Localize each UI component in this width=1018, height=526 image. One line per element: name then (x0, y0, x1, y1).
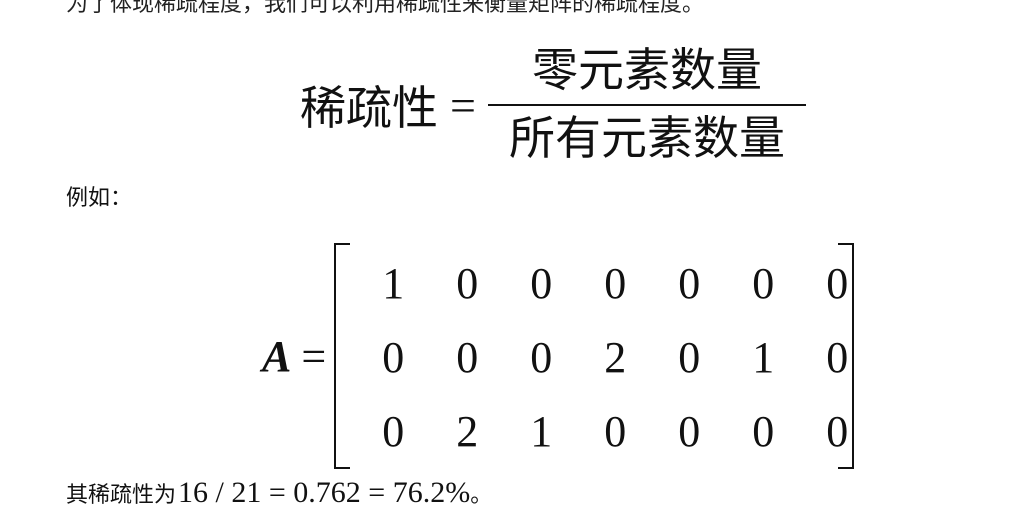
matrix-cell: 0 (678, 407, 701, 456)
matrix-equals: = (301, 331, 327, 381)
result-line: 其稀疏性为 16 / 21 = 0.762 = 76.2% 。 (66, 476, 492, 510)
matrix-cell: 2 (456, 407, 479, 456)
matrix-cell: 0 (530, 333, 553, 382)
matrix-cell: 0 (678, 333, 701, 382)
matrix-grid: 1 0 0 0 0 0 0 0 0 0 2 0 1 0 0 2 1 0 0 0 … (356, 247, 874, 469)
formula-denominator: 所有元素数量 (508, 113, 785, 164)
matrix-cell: 0 (752, 407, 775, 456)
matrix-cell: 1 (752, 333, 775, 382)
formula-equals: = (450, 79, 476, 131)
formula-numerator: 零元素数量 (531, 45, 762, 96)
matrix-cell: 0 (826, 259, 849, 308)
matrix-cell: 0 (752, 259, 775, 308)
matrix-cell: 2 (604, 333, 627, 382)
result-suffix: 。 (470, 483, 493, 508)
matrix-cell: 0 (530, 259, 553, 308)
top-text-line: 为了体现稀疏程度，我们可以利用稀疏性来衡量矩阵的稀疏程度。 (66, 0, 705, 17)
matrix-cell: 0 (382, 407, 405, 456)
result-prefix: 其稀疏性为 (66, 483, 177, 508)
example-label: 例如： (66, 186, 133, 211)
matrix-equation: A = 1 0 0 0 0 0 0 0 0 0 2 0 1 0 0 2 1 0 … (262, 243, 855, 469)
result-expression: 16 / 21 = 0.762 = 76.2% (178, 476, 471, 509)
matrix-right-bracket (838, 243, 855, 469)
formula-fraction: 零元素数量 所有元素数量 (487, 42, 806, 168)
matrix-cell: 0 (604, 259, 627, 308)
matrix-cell: 1 (382, 259, 405, 308)
matrix-cell: 0 (826, 333, 849, 382)
matrix-body: 1 0 0 0 0 0 0 0 0 0 2 0 1 0 0 2 1 0 0 0 … (334, 243, 855, 469)
formula-lhs: 稀疏性 (300, 83, 438, 134)
matrix-cell: 0 (456, 333, 479, 382)
matrix-cell: 0 (678, 259, 701, 308)
matrix-name: A (262, 331, 292, 381)
sparsity-formula: 稀疏性 = 零元素数量 所有元素数量 (300, 40, 806, 170)
matrix-cell: 0 (826, 407, 849, 456)
matrix-left-bracket (334, 243, 351, 469)
matrix-cell: 0 (382, 333, 405, 382)
matrix-cell: 1 (530, 407, 553, 456)
matrix-cell: 0 (604, 407, 627, 456)
matrix-cell: 0 (456, 259, 479, 308)
